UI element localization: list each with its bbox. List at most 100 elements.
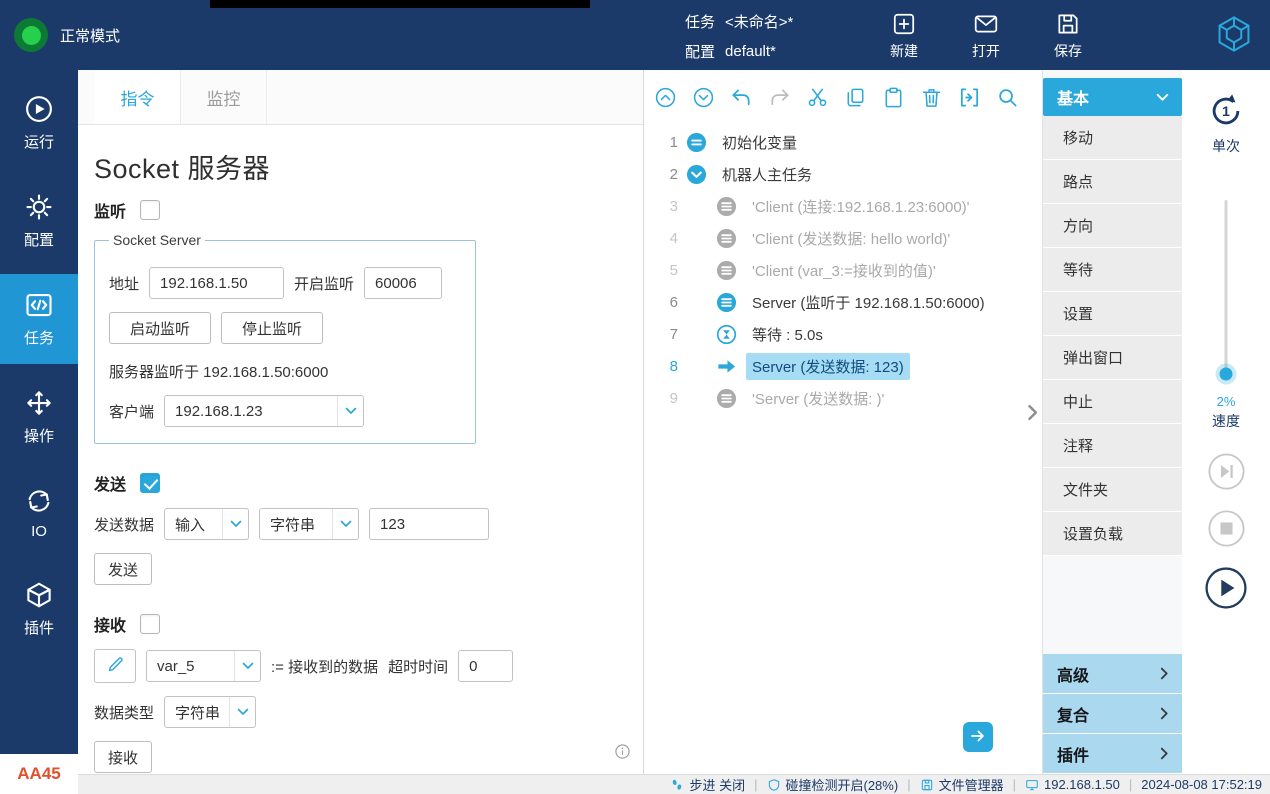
config-icon [24,192,54,222]
data-type-select[interactable]: 字符串 [164,696,256,728]
new-button[interactable]: 新建 [876,11,932,61]
tree-row[interactable]: 2机器人主任务 [644,158,1042,190]
statusbar-separator: | [1129,777,1132,792]
tree-row-text: 机器人主任务 [716,161,818,188]
cut-button[interactable] [799,79,836,116]
tab-instruction[interactable]: 指令 [95,70,181,124]
receive-var-select[interactable]: var_5 [146,650,261,682]
undo-button[interactable] [723,79,760,116]
command-group-advanced[interactable]: 高级 [1043,654,1182,694]
command-item-folder[interactable]: 文件夹 [1043,468,1182,512]
stop-listen-button[interactable]: 停止监听 [221,312,323,344]
collapse-all-button[interactable] [647,79,684,116]
status-collision-detection[interactable]: 碰撞检测开启(28%) [767,775,899,794]
expand-all-button[interactable] [685,79,722,116]
sidebar-item-io[interactable]: IO [0,470,78,556]
command-item-popup[interactable]: 弹出窗口 [1043,336,1182,380]
tree-row[interactable]: 7等待 : 5.0s [644,318,1042,350]
timeout-input[interactable] [458,650,513,682]
command-item-comment[interactable]: 注释 [1043,424,1182,468]
status-datetime: 2024-08-08 17:52:19 [1141,777,1262,792]
send-type-value: 字符串 [270,514,332,535]
tree-row[interactable]: 8Server (发送数据: 123) [644,350,1042,382]
step-next-button[interactable] [1208,453,1245,493]
send-button[interactable]: 发送 [94,553,152,585]
command-item-move[interactable]: 移动 [1043,116,1182,160]
send-data-input[interactable] [369,508,489,540]
edit-variable-button[interactable] [94,649,136,683]
sidebar: 运行配置任务操作IO插件 AA45 [0,70,78,794]
speed-slider[interactable] [1218,200,1234,378]
redo-button[interactable] [761,79,798,116]
search-button[interactable] [989,79,1026,116]
tree-row-text: 'Client (连接:192.168.1.23:6000)' [746,193,976,220]
send-section: 发送 发送数据 输入 字符串 [94,471,623,585]
play-button[interactable] [1205,567,1247,612]
tabbar: 指令监控 [78,70,643,125]
socket-server-form: Socket 服务器 监听 Socket Server 地址 开启监听 [78,125,643,774]
listen-checkbox[interactable] [140,200,160,220]
sidebar-item-plugin[interactable]: 插件 [0,564,78,654]
tree-row[interactable]: 3'Client (连接:192.168.1.23:6000)' [644,190,1042,222]
delete-button[interactable] [913,79,950,116]
info-icon[interactable] [614,743,631,760]
send-checkbox[interactable] [140,473,160,493]
robot-mode-indicator[interactable]: 正常模式 [14,18,120,52]
command-item-direction[interactable]: 方向 [1043,204,1182,248]
save-button[interactable]: 保存 [1040,11,1096,61]
run-buttons [1205,453,1247,612]
tree-row-text: 'Client (var_3:=接收到的值)' [746,257,942,284]
address-input[interactable] [149,267,284,299]
command-groups: 高级复合插件 [1043,654,1182,774]
single-run-control[interactable]: 1 单次 [1207,92,1245,156]
start-listen-button[interactable]: 启动监听 [109,312,211,344]
status-step-mode[interactable]: 步进 关闭 [670,775,745,794]
sidebar-item-task[interactable]: 任务 [0,274,78,364]
command-group-composite[interactable]: 复合 [1043,694,1182,734]
send-source-select[interactable]: 输入 [164,508,249,540]
send-type-select[interactable]: 字符串 [259,508,359,540]
command-group-label: 高级 [1057,662,1089,686]
stop-button[interactable] [1208,510,1245,550]
port-input[interactable] [364,267,442,299]
status-ip-address[interactable]: 192.168.1.50 [1025,777,1120,792]
command-item-wait[interactable]: 等待 [1043,248,1182,292]
tree-row[interactable]: 9'Server (发送数据: )' [644,382,1042,414]
command-item-waypoint[interactable]: 路点 [1043,160,1182,204]
node-init-icon [686,132,707,153]
copy-button[interactable] [837,79,874,116]
panel-collapse-chevron[interactable] [1027,404,1039,421]
listen-label: 监听 [94,198,126,222]
command-items: 移动路点方向等待设置弹出窗口中止注释文件夹设置负载 [1043,116,1182,556]
open-button[interactable]: 打开 [958,11,1014,61]
receive-button[interactable]: 接收 [94,741,152,773]
command-category-basic-label: 基本 [1057,85,1089,109]
paste-button[interactable] [875,79,912,116]
find-replace-button[interactable] [951,79,988,116]
command-item-set-payload[interactable]: 设置负载 [1043,512,1182,556]
command-item-set[interactable]: 设置 [1043,292,1182,336]
tree-row[interactable]: 4'Client (发送数据: hello world)' [644,222,1042,254]
speed-slider-handle[interactable] [1220,368,1233,381]
tree-row[interactable]: 6Server (监听于 192.168.1.50:6000) [644,286,1042,318]
config-name-value: default* [725,43,776,60]
command-item-abort[interactable]: 中止 [1043,380,1182,424]
sidebar-item-config[interactable]: 配置 [0,176,78,266]
arrow-right-icon [969,727,987,748]
task-row: 任务 <未命名>* [685,7,793,35]
status-file-manager[interactable]: 文件管理器 [920,775,1004,794]
open-button-label: 打开 [972,41,1000,61]
command-category-basic[interactable]: 基本 [1043,78,1182,116]
client-select[interactable]: 192.168.1.23 [164,395,364,427]
receive-checkbox[interactable] [140,614,160,634]
sidebar-item-run[interactable]: 运行 [0,78,78,168]
send-row: 发送 [94,471,623,495]
scroll-to-current-button[interactable] [963,722,993,752]
command-group-plugin[interactable]: 插件 [1043,734,1182,774]
tree-row[interactable]: 5'Client (var_3:=接收到的值)' [644,254,1042,286]
chevron-down-icon [1156,93,1169,102]
tree-row[interactable]: 1初始化变量 [644,126,1042,158]
main-area: 运行配置任务操作IO插件 AA45 指令监控 Socket 服务器 监听 Soc [0,70,1270,794]
sidebar-item-operate[interactable]: 操作 [0,372,78,462]
tab-monitor[interactable]: 监控 [181,70,267,124]
